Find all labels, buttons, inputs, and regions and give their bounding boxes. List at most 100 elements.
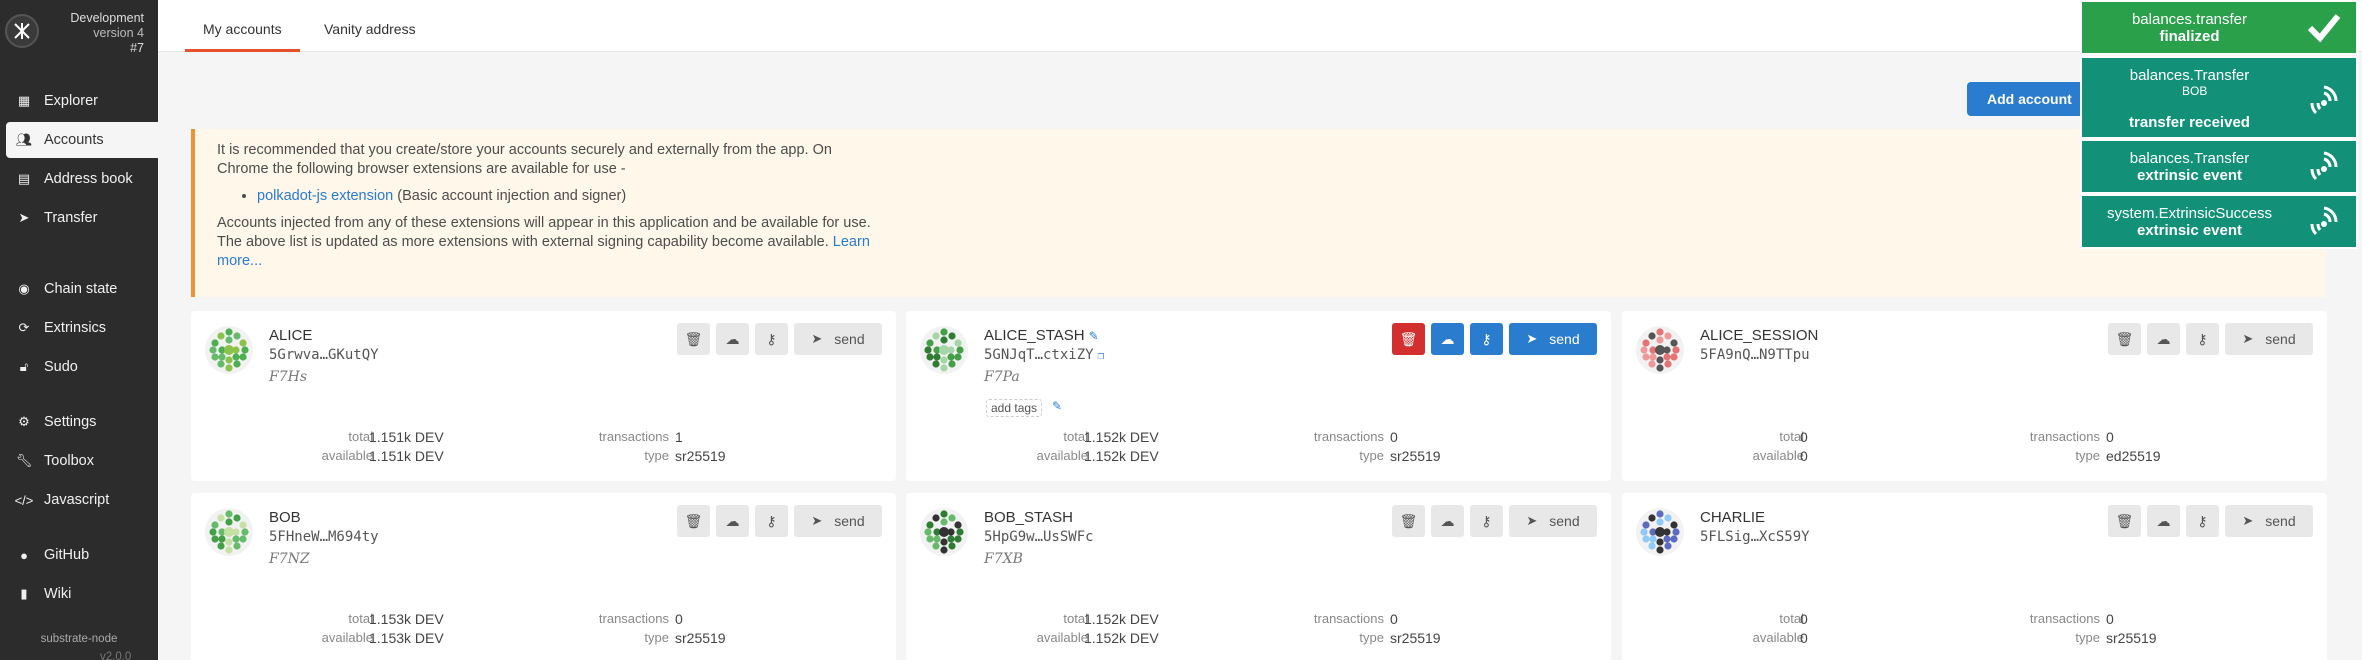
account-actions: 🗑︎ ☁ ⚷ ➤ send [2108, 323, 2313, 355]
forget-button[interactable]: 🗑︎ [677, 323, 710, 355]
trash-icon: 🗑︎ [1399, 330, 1418, 347]
send-button[interactable]: ➤ send [794, 505, 882, 537]
account-name-text: ALICE_STASH [984, 327, 1085, 344]
copy-icon[interactable]: ❐ [1098, 349, 1105, 362]
balance-total-value: 1.152k DEV [1084, 611, 1159, 627]
send-button[interactable]: ➤ send [1509, 323, 1597, 355]
send-label: send [2265, 331, 2296, 347]
logo-area: Development version 4 #7 [0, 0, 158, 66]
backup-button[interactable]: ☁ [716, 505, 749, 537]
code-icon: </> [14, 492, 34, 508]
sidebar-footer: substrate-node v2.0.0 [0, 633, 158, 660]
balance-available-value: 1.152k DEV [1084, 630, 1159, 646]
sidebar-item-label: Extrinsics [44, 320, 107, 336]
notification-title: balances.Transfer [2129, 150, 2250, 167]
node-name: substrate-node [40, 633, 118, 645]
forget-button[interactable]: 🗑︎ [2108, 505, 2141, 537]
identicon-avatar[interactable] [920, 508, 968, 556]
account-name-text: ALICE_SESSION [1700, 327, 1819, 344]
balance-available-label: available [1036, 630, 1088, 645]
edit-tags-icon[interactable]: ✎ [1052, 399, 1062, 413]
forget-button[interactable]: 🗑︎ [2108, 323, 2141, 355]
account-address-text: 5FHneW…M694ty [269, 529, 379, 545]
notification-account: BOB [2182, 84, 2208, 98]
sidebar-item-label: GitHub [44, 547, 90, 563]
identicon-avatar[interactable] [1636, 326, 1684, 374]
tx-count-label: transactions [2029, 611, 2100, 626]
sidebar-item-chain-state[interactable]: ◉ Chain state [6, 271, 158, 307]
send-button[interactable]: ➤ send [1509, 505, 1597, 537]
identicon-avatar[interactable] [920, 326, 968, 374]
address-book-icon: ▤ [17, 171, 31, 186]
send-button[interactable]: ➤ send [794, 323, 882, 355]
send-button[interactable]: ➤ send [2225, 323, 2313, 355]
forget-button[interactable]: 🗑︎ [677, 505, 710, 537]
change-password-button[interactable]: ⚷ [1470, 323, 1503, 355]
sidebar-item-address-book[interactable]: ▤ Address book [6, 161, 158, 197]
cogs-icon: ⚙ [18, 414, 30, 429]
account-name: BOB_STASH [984, 509, 1073, 526]
sidebar-item-wiki[interactable]: ▮ Wiki [6, 576, 158, 612]
crypto-type-label: type [2075, 630, 2100, 645]
change-password-button[interactable]: ⚷ [755, 505, 788, 537]
balance-available-value: 1.152k DEV [1084, 448, 1159, 464]
balance-total-label: total [348, 429, 373, 444]
sidebar: Development version 4 #7 ▦ Explorer 👥︎ A… [0, 0, 158, 660]
sidebar-item-explorer[interactable]: ▦ Explorer [6, 83, 158, 119]
account-actions: 🗑︎ ☁ ⚷ ➤ send [2108, 505, 2313, 537]
account-actions: 🗑︎ ☁ ⚷ ➤ send [677, 323, 882, 355]
send-label: send [834, 513, 865, 529]
notification-toast[interactable]: balances.transfer finalized [2080, 0, 2358, 55]
learn-more-link[interactable]: Learn [833, 234, 870, 250]
backup-button[interactable]: ☁ [1431, 505, 1464, 537]
sidebar-item-label: Wiki [44, 586, 72, 602]
change-password-button[interactable]: ⚷ [1470, 505, 1503, 537]
notification-toast[interactable]: balances.Transfer extrinsic event [2080, 139, 2358, 194]
sidebar-item-settings[interactable]: ⚙ Settings [6, 404, 158, 440]
sidebar-item-sudo[interactable]: 🔓︎ Sudo [6, 349, 158, 385]
balance-available-value: 0 [1800, 630, 1808, 646]
account-address: 5FHneW…M694ty [269, 529, 379, 545]
tab-my-accounts[interactable]: My accounts [185, 0, 300, 52]
add-account-button[interactable]: Add account [1967, 82, 2097, 116]
sidebar-item-github[interactable]: ● GitHub [6, 537, 158, 573]
backup-button[interactable]: ☁ [2147, 323, 2180, 355]
notification-toast[interactable]: system.ExtrinsicSuccess extrinsic event [2080, 194, 2358, 249]
account-address: 5HpG9w…UsSWFc [984, 529, 1094, 545]
forget-button[interactable]: 🗑︎ [1392, 323, 1425, 355]
tx-count-value: 0 [2106, 429, 2114, 445]
sidebar-item-toolbox[interactable]: 🔧︎ Toolbox [6, 443, 158, 479]
sidebar-item-javascript[interactable]: </> Javascript [6, 482, 158, 518]
send-button[interactable]: ➤ send [2225, 505, 2313, 537]
backup-button[interactable]: ☁ [2147, 505, 2180, 537]
notification-toast[interactable]: balances.Transfer transfer received BOB [2080, 56, 2358, 139]
balance-total-label: total [1063, 429, 1088, 444]
notification-subtitle: transfer received [2129, 114, 2250, 131]
cloud-download-icon: ☁ [725, 512, 740, 529]
learn-more-link-cont[interactable]: more... [217, 253, 262, 269]
backup-button[interactable]: ☁ [716, 323, 749, 355]
balance-total-value: 0 [1800, 429, 1808, 445]
change-password-button[interactable]: ⚷ [2186, 505, 2219, 537]
sidebar-item-accounts[interactable]: 👥︎ Accounts [6, 122, 158, 158]
sidebar-item-label: Explorer [44, 93, 98, 109]
sidebar-item-extrinsics[interactable]: ⟳ Extrinsics [6, 310, 158, 346]
substrate-logo[interactable] [5, 14, 39, 48]
change-password-button[interactable]: ⚷ [2186, 323, 2219, 355]
sidebar-item-transfer[interactable]: ➤ Transfer [6, 200, 158, 236]
tx-count-value: 0 [1390, 429, 1398, 445]
cloud-download-icon: ☁ [1440, 330, 1455, 347]
account-card: ALICE_STASH ✎ 5GNJqT…ctxiZY ❐ F7Pa add tags ✎ 🗑… [906, 311, 1611, 481]
forget-button[interactable]: 🗑︎ [1392, 505, 1425, 537]
edit-icon[interactable]: ✎ [1089, 329, 1099, 343]
polkadot-extension-link[interactable]: polkadot-js extension [257, 188, 393, 204]
backup-button[interactable]: ☁ [1431, 323, 1464, 355]
account-card: ALICE 5Grwva…GKutQY F7Hs 🗑︎ ☁ ⚷ ➤ send total 1.15… [191, 311, 896, 481]
tab-vanity-address[interactable]: Vanity address [306, 0, 434, 52]
identicon-avatar[interactable] [205, 508, 253, 556]
trash-icon: 🗑︎ [684, 512, 703, 529]
add-tags-button[interactable]: add tags [986, 399, 1043, 417]
change-password-button[interactable]: ⚷ [755, 323, 788, 355]
identicon-avatar[interactable] [1636, 508, 1684, 556]
identicon-avatar[interactable] [205, 326, 253, 374]
